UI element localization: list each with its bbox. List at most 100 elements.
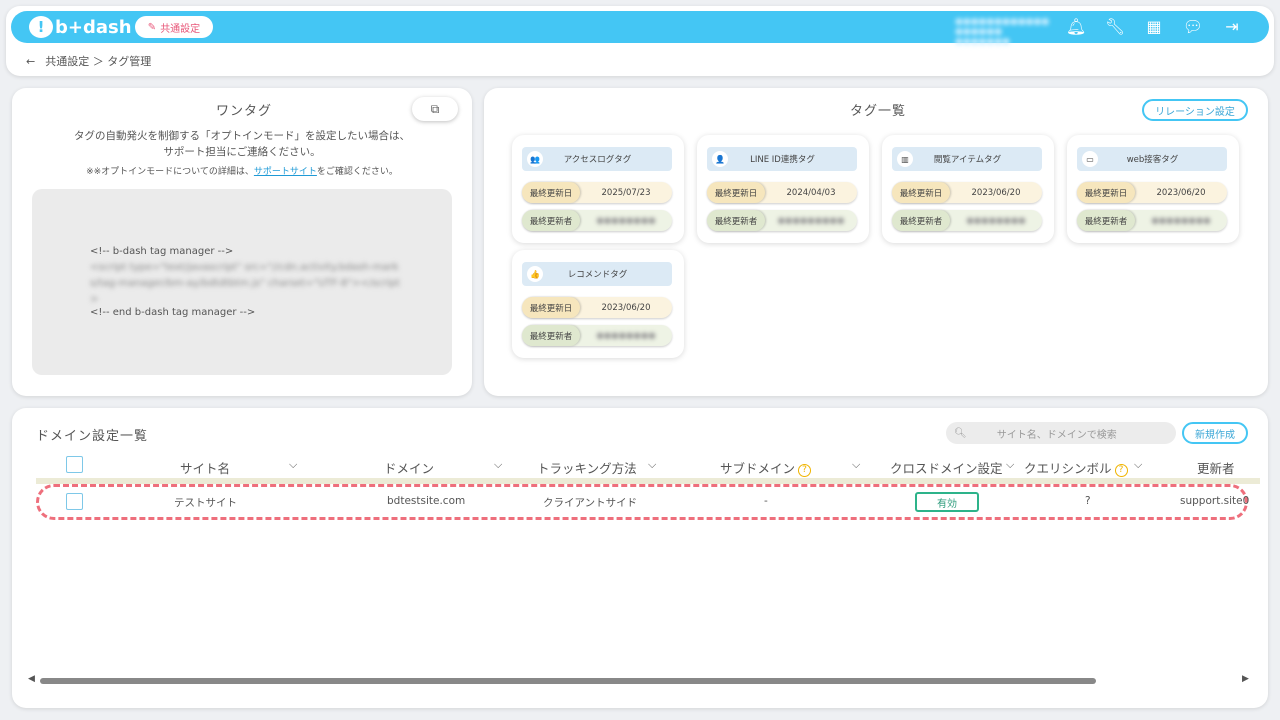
column-header-updater[interactable]: 更新者 [1197, 458, 1235, 477]
onetag-panel: ワンタグ ⧉ タグの自動発火を制御する「オプトインモード」を設定したい場合は、 … [12, 88, 472, 396]
scroll-left-icon[interactable]: ◀ [28, 674, 35, 684]
column-header-subdomain-label: サブドメイン [720, 461, 796, 476]
tag-card-name: レコメンドタグ [567, 270, 628, 280]
column-header-tracking[interactable]: トラッキング方法 [537, 458, 637, 477]
pen-icon: ✎ [147, 21, 157, 33]
chat-icon[interactable]: 💬︎ [1182, 15, 1204, 37]
breadcrumb: ← 共通設定 ＞ タグ管理 [26, 53, 151, 69]
updater-label: 最終更新者 [522, 210, 580, 231]
updater-label: 最終更新者 [522, 325, 580, 346]
column-header-subdomain[interactable]: サブドメイン? [720, 458, 812, 477]
taglist-panel: タグ一覧 リレーション設定 👥 アクセスログタグ 最終更新日 2025/07/23 … [484, 88, 1268, 396]
row-checkbox[interactable] [66, 493, 83, 510]
status-badge: 有効 [915, 492, 979, 512]
column-header-query-label: クエリシンボル [1024, 461, 1112, 476]
updater-value: ●●●●●●●● [1151, 215, 1211, 226]
updated-date: 2024/04/03 [786, 187, 836, 198]
user-info-line1: ●●●●●●●●●●●● [955, 17, 1050, 27]
chevron-down-icon[interactable]: ⌵ [648, 458, 656, 472]
updated-label: 最終更新日 [522, 182, 580, 203]
updater-value: ●●●●●●●●● [777, 215, 845, 226]
logout-icon[interactable]: ⇥ [1221, 15, 1243, 37]
help-icon[interactable]: ? [1114, 464, 1128, 477]
chevron-down-icon[interactable]: ⌵ [1006, 458, 1014, 472]
relation-settings-button[interactable]: リレーション設定 [1142, 99, 1248, 121]
tag-card-web-service[interactable]: ▭ web接客タグ 最終更新日 2023/06/20 最終更新者 ●●●●●●●● [1067, 135, 1239, 243]
tag-card-updated-row: 最終更新日 2023/06/20 [522, 297, 672, 318]
tag-card-recommend[interactable]: 👍 レコメンドタグ 最終更新日 2023/06/20 最終更新者 ●●●●●●●● [512, 250, 684, 358]
chevron-down-icon[interactable]: ⌵ [494, 458, 502, 472]
updated-label: 最終更新日 [707, 182, 765, 203]
tag-card-updater-row: 最終更新者 ●●●●●●●● [1077, 210, 1227, 231]
common-settings-label: 共通設定 [160, 23, 201, 35]
select-all-checkbox[interactable] [66, 456, 83, 473]
tag-card-name: LINE ID連携タグ [750, 155, 815, 165]
updater-label: 最終更新者 [707, 210, 765, 231]
tag-card-access-log[interactable]: 👥 アクセスログタグ 最終更新日 2025/07/23 最終更新者 ●●●●●●●● [512, 135, 684, 243]
horizontal-scrollbar[interactable] [40, 678, 1096, 684]
back-arrow-icon[interactable]: ← [26, 55, 35, 68]
updater-label: 最終更新者 [892, 210, 950, 231]
updated-date: 2023/06/20 [601, 302, 651, 313]
users-icon: 👥 [527, 151, 543, 167]
tag-card-updater-row: 最終更新者 ●●●●●●●● [522, 325, 672, 346]
user-icon: 👤 [712, 151, 728, 167]
tag-card-updated-row: 最終更新日 2024/04/03 [707, 182, 857, 203]
updated-label: 最終更新日 [892, 182, 950, 203]
updated-label: 最終更新日 [522, 297, 580, 318]
thumbs-up-icon: 👍 [527, 266, 543, 282]
common-settings-button[interactable]: ✎ 共通設定 [135, 16, 213, 38]
tag-card-updated-row: 最終更新日 2025/07/23 [522, 182, 672, 203]
updated-date: 2023/06/20 [1156, 187, 1206, 198]
breadcrumb-text: 共通設定 ＞ タグ管理 [45, 55, 152, 68]
code-box[interactable]: <!-- b-dash tag manager --> <script type… [32, 189, 452, 375]
logo[interactable]: ! b+dash [29, 15, 132, 39]
tag-card-updater-row: 最終更新者 ●●●●●●●● [892, 210, 1042, 231]
chevron-down-icon[interactable]: ⌵ [852, 458, 860, 472]
tag-card-viewed-item[interactable]: ▥ 閲覧アイテムタグ 最終更新日 2023/06/20 最終更新者 ●●●●●●●● [882, 135, 1054, 243]
search-placeholder: サイト名、ドメインで検索 [996, 429, 1117, 441]
column-header-cross-domain[interactable]: クロスドメイン設定 [890, 458, 1003, 477]
support-site-link[interactable]: サポートサイト [254, 167, 317, 177]
tag-card-updater-row: 最終更新者 ●●●●●●●● [522, 210, 672, 231]
code-line-blurred-2: s/tag-manager/bm-ay/bdtdtbtm.js" charset… [90, 278, 400, 289]
tag-card-header: 👥 アクセスログタグ [522, 147, 672, 171]
book-icon: ▥ [897, 151, 913, 167]
onetag-title: ワンタグ [209, 100, 279, 122]
scroll-right-icon[interactable]: ▶ [1242, 674, 1249, 684]
chevron-down-icon[interactable]: ⌵ [1134, 458, 1142, 472]
taglist-title: タグ一覧 [843, 100, 913, 122]
tag-card-line-id[interactable]: 👤 LINE ID連携タグ 最終更新日 2024/04/03 最終更新者 ●●●●●●… [697, 135, 869, 243]
tag-card-header: 👤 LINE ID連携タグ [707, 147, 857, 171]
cell-site-name[interactable]: テストサイト [174, 495, 237, 510]
updated-date: 2023/06/20 [971, 187, 1021, 198]
user-info-line2: ●●●●●● ●●●●●●● [955, 27, 1010, 47]
updater-value: ●●●●●●●● [596, 215, 656, 226]
tag-card-name: アクセスログタグ [563, 155, 632, 165]
domain-settings-panel: ドメイン設定一覧 🔍︎ サイト名、ドメインで検索 新規作成 サイト名 ⌵ ドメイ… [12, 408, 1268, 708]
tag-card-header: ▭ web接客タグ [1077, 147, 1227, 171]
help-icon[interactable]: ? [798, 464, 812, 477]
cell-query-symbol: ? [1085, 495, 1091, 507]
cell-updater: support.site0 [1180, 495, 1250, 507]
column-header-query-symbol[interactable]: クエリシンボル? [1024, 458, 1128, 477]
copy-icon: ⧉ [430, 101, 440, 116]
updater-label: 最終更新者 [1077, 210, 1135, 231]
chevron-down-icon[interactable]: ⌵ [289, 458, 297, 472]
copy-button[interactable]: ⧉ [412, 97, 458, 121]
grid-icon[interactable]: ▦ [1143, 15, 1165, 37]
top-bar: ! b+dash ✎ 共通設定 ●●●●●●●●●●●● ●●●●●● ●●●●… [11, 11, 1269, 47]
logo-text: b+dash [55, 16, 132, 38]
tag-card-header: ▥ 閲覧アイテムタグ [892, 147, 1042, 171]
code-line-blurred-1: <script type="text/javascript" src="//cd… [90, 262, 399, 273]
column-header-domain[interactable]: ドメイン [384, 458, 434, 477]
new-create-button[interactable]: 新規作成 [1182, 422, 1248, 444]
onetag-note: ※※オプトインモードについての詳細は、サポートサイトをご確認ください。 [12, 164, 472, 180]
onetag-note-prefix: ※※オプトインモードについての詳細は、 [86, 167, 254, 177]
column-header-site[interactable]: サイト名 [180, 458, 230, 477]
tag-card-updater-row: 最終更新者 ●●●●●●●●● [707, 210, 857, 231]
cell-subdomain: - [764, 495, 768, 507]
bell-icon[interactable]: 🔔︎ [1065, 15, 1087, 37]
wrench-icon[interactable]: 🔧︎ [1104, 15, 1126, 37]
search-input[interactable]: 🔍︎ サイト名、ドメインで検索 [946, 422, 1176, 444]
